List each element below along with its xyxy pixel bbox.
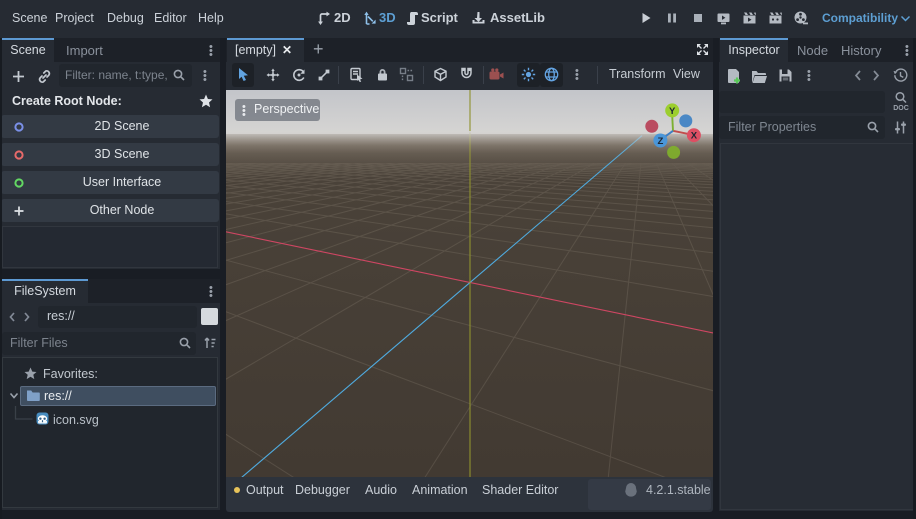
svg-text:Z: Z [657, 136, 663, 147]
svg-text:Y: Y [669, 106, 676, 117]
svg-text:X: X [691, 131, 698, 142]
svg-text:DOC: DOC [893, 105, 909, 112]
